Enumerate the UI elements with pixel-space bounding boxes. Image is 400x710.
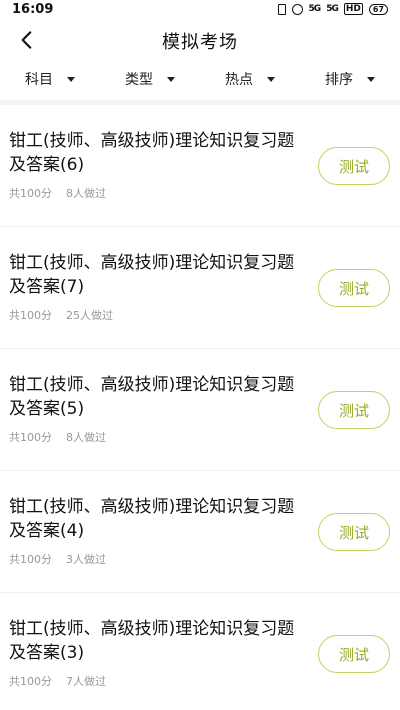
exam-count: 7人做过 xyxy=(66,675,106,688)
caret-down-icon xyxy=(67,76,75,82)
caret-down-icon xyxy=(367,76,375,82)
vibrate-icon xyxy=(277,3,286,15)
status-time: 16:09 xyxy=(12,2,54,17)
exam-meta: 共100分 25人做过 xyxy=(9,307,113,323)
filter-label: 类型 xyxy=(125,72,153,88)
exam-meta: 共100分 3人做过 xyxy=(9,551,106,567)
exam-score: 共100分 xyxy=(9,675,52,688)
exam-score: 共100分 xyxy=(9,309,52,322)
exam-count: 8人做过 xyxy=(66,187,106,200)
exam-list: 钳工(技师、高级技师)理论知识复习题及答案(6) 共100分 8人做过 测试 钳… xyxy=(0,105,400,710)
filter-label: 热点 xyxy=(225,72,253,88)
exam-count: 25人做过 xyxy=(66,309,113,322)
test-button[interactable]: 测试 xyxy=(318,391,390,429)
list-item[interactable]: 钳工(技师、高级技师)理论知识复习题及答案(7) 共100分 25人做过 测试 xyxy=(0,227,400,349)
filter-label: 排序 xyxy=(325,72,353,88)
caret-down-icon xyxy=(267,76,275,82)
exam-score: 共100分 xyxy=(9,553,52,566)
caret-down-icon xyxy=(167,76,175,82)
exam-title: 钳工(技师、高级技师)理论知识复习题及答案(4) xyxy=(9,497,295,541)
exam-count: 3人做过 xyxy=(66,553,106,566)
test-button[interactable]: 测试 xyxy=(318,269,390,307)
signal-icon-2: 5G xyxy=(326,4,339,14)
filter-type[interactable]: 类型 xyxy=(100,64,200,94)
exam-score: 共100分 xyxy=(9,187,52,200)
header: 模拟考场 xyxy=(0,20,400,60)
exam-title: 钳工(技师、高级技师)理论知识复习题及答案(7) xyxy=(9,253,295,297)
filter-hot[interactable]: 热点 xyxy=(200,64,300,94)
test-button[interactable]: 测试 xyxy=(318,635,390,673)
filter-label: 科目 xyxy=(25,72,53,88)
test-button[interactable]: 测试 xyxy=(318,147,390,185)
exam-meta: 共100分 8人做过 xyxy=(9,429,106,445)
status-icons: 5G 5G HD 67 xyxy=(277,3,388,15)
filter-subject[interactable]: 科目 xyxy=(0,64,100,94)
filter-sort[interactable]: 排序 xyxy=(300,64,400,94)
exam-title: 钳工(技师、高级技师)理论知识复习题及答案(3) xyxy=(9,619,295,663)
exam-count: 8人做过 xyxy=(66,431,106,444)
alarm-icon xyxy=(291,3,303,15)
list-item[interactable]: 钳工(技师、高级技师)理论知识复习题及答案(3) 共100分 7人做过 测试 xyxy=(0,593,400,710)
exam-title: 钳工(技师、高级技师)理论知识复习题及答案(5) xyxy=(9,375,295,419)
list-item[interactable]: 钳工(技师、高级技师)理论知识复习题及答案(4) 共100分 3人做过 测试 xyxy=(0,471,400,593)
signal-icon: 5G xyxy=(308,4,322,14)
exam-meta: 共100分 8人做过 xyxy=(9,185,106,201)
exam-meta: 共100分 7人做过 xyxy=(9,673,106,689)
list-item[interactable]: 钳工(技师、高级技师)理论知识复习题及答案(6) 共100分 8人做过 测试 xyxy=(0,105,400,227)
filter-bar: 科目 类型 热点 排序 xyxy=(0,64,400,94)
battery-icon: 67 xyxy=(368,3,388,15)
list-item[interactable]: 钳工(技师、高级技师)理论知识复习题及答案(5) 共100分 8人做过 测试 xyxy=(0,349,400,471)
wifi-icon: HD xyxy=(343,3,363,15)
status-bar: 16:09 5G 5G HD 67 xyxy=(0,0,400,20)
exam-score: 共100分 xyxy=(9,431,52,444)
page-title: 模拟考场 xyxy=(162,32,238,53)
exam-title: 钳工(技师、高级技师)理论知识复习题及答案(6) xyxy=(9,131,295,175)
test-button[interactable]: 测试 xyxy=(318,513,390,551)
